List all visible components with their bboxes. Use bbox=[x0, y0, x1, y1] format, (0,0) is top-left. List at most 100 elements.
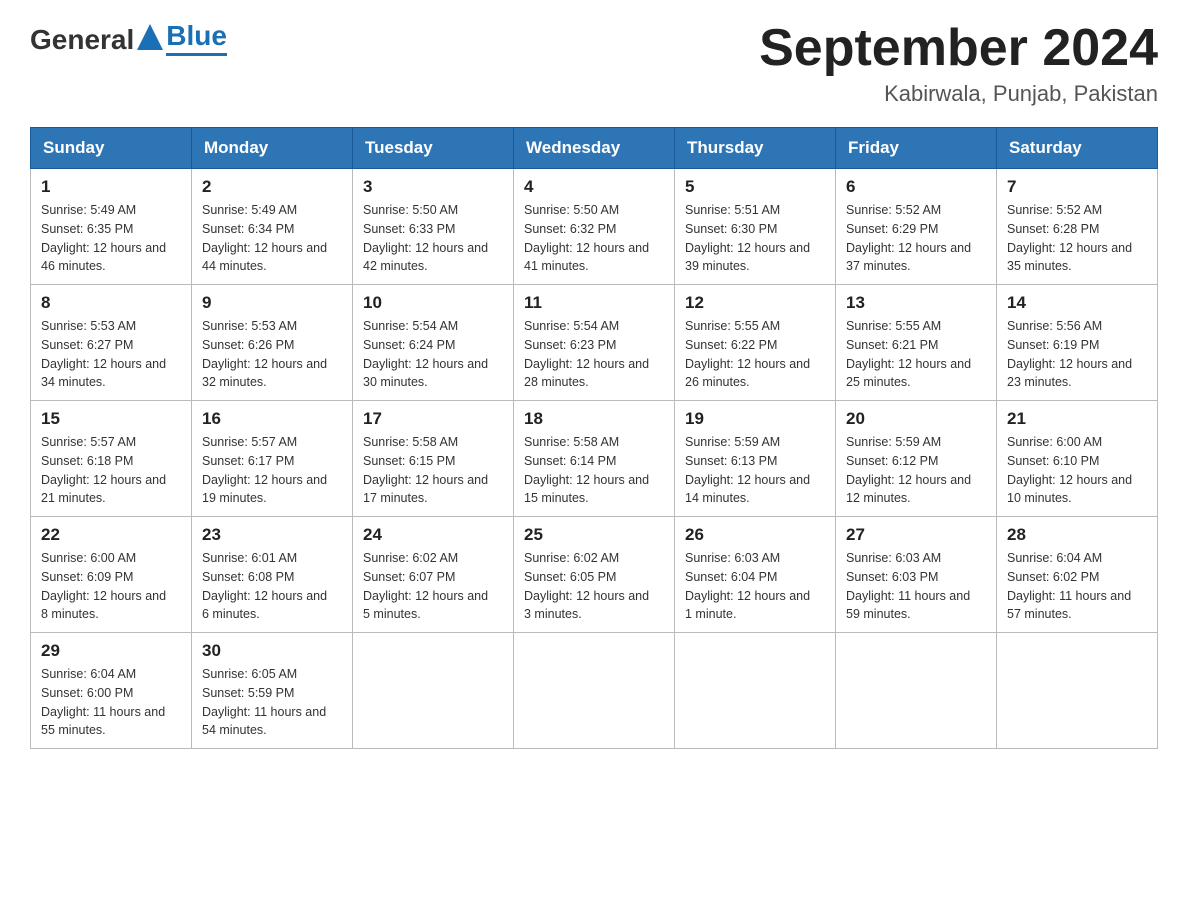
calendar-cell: 21Sunrise: 6:00 AMSunset: 6:10 PMDayligh… bbox=[997, 401, 1158, 517]
page-header: General Blue September 2024 Kabirwala, P… bbox=[30, 20, 1158, 107]
day-info: Sunrise: 6:04 AMSunset: 6:00 PMDaylight:… bbox=[41, 665, 181, 740]
calendar-day-header: Saturday bbox=[997, 128, 1158, 169]
calendar-cell: 6 Sunrise: 5:52 AMSunset: 6:29 PMDaylight… bbox=[836, 169, 997, 285]
day-info: Sunrise: 6:02 AMSunset: 6:05 PMDaylight:… bbox=[524, 549, 664, 624]
calendar-day-header: Tuesday bbox=[353, 128, 514, 169]
calendar-cell bbox=[836, 633, 997, 749]
calendar-cell bbox=[514, 633, 675, 749]
calendar-title: September 2024 bbox=[759, 20, 1158, 77]
calendar-cell: 16 Sunrise: 5:57 AMSunset: 6:17 PMDayligh… bbox=[192, 401, 353, 517]
calendar-cell: 4Sunrise: 5:50 AMSunset: 6:32 PMDaylight… bbox=[514, 169, 675, 285]
day-number: 1 bbox=[41, 177, 181, 197]
day-info: Sunrise: 5:55 AMSunset: 6:21 PMDaylight:… bbox=[846, 317, 986, 392]
calendar-cell: 13Sunrise: 5:55 AMSunset: 6:21 PMDayligh… bbox=[836, 285, 997, 401]
calendar-cell: 30Sunrise: 6:05 AMSunset: 5:59 PMDayligh… bbox=[192, 633, 353, 749]
day-number: 9 bbox=[202, 293, 342, 313]
day-number: 6 bbox=[846, 177, 986, 197]
day-info: Sunrise: 5:57 AMSunset: 6:17 PMDaylight:… bbox=[202, 433, 342, 508]
day-number: 15 bbox=[41, 409, 181, 429]
day-number: 11 bbox=[524, 293, 664, 313]
day-number: 5 bbox=[685, 177, 825, 197]
calendar-cell bbox=[997, 633, 1158, 749]
calendar-cell: 10 Sunrise: 5:54 AMSunset: 6:24 PMDayligh… bbox=[353, 285, 514, 401]
logo-general-text: General bbox=[30, 24, 134, 56]
calendar-cell: 2 Sunrise: 5:49 AMSunset: 6:34 PMDaylight… bbox=[192, 169, 353, 285]
day-info: Sunrise: 5:55 AMSunset: 6:22 PMDaylight:… bbox=[685, 317, 825, 392]
day-info: Sunrise: 5:50 AMSunset: 6:33 PMDaylight:… bbox=[363, 201, 503, 276]
day-info: Sunrise: 5:49 AMSunset: 6:35 PMDaylight:… bbox=[41, 201, 181, 276]
day-number: 17 bbox=[363, 409, 503, 429]
calendar-cell: 3 Sunrise: 5:50 AMSunset: 6:33 PMDaylight… bbox=[353, 169, 514, 285]
day-info: Sunrise: 5:52 AMSunset: 6:28 PMDaylight:… bbox=[1007, 201, 1147, 276]
calendar-cell: 15 Sunrise: 5:57 AMSunset: 6:18 PMDayligh… bbox=[31, 401, 192, 517]
day-number: 29 bbox=[41, 641, 181, 661]
calendar-cell: 11 Sunrise: 5:54 AMSunset: 6:23 PMDayligh… bbox=[514, 285, 675, 401]
day-info: Sunrise: 5:56 AMSunset: 6:19 PMDaylight:… bbox=[1007, 317, 1147, 392]
calendar-week-row: 22Sunrise: 6:00 AMSunset: 6:09 PMDayligh… bbox=[31, 517, 1158, 633]
calendar-cell: 24 Sunrise: 6:02 AMSunset: 6:07 PMDayligh… bbox=[353, 517, 514, 633]
title-section: September 2024 Kabirwala, Punjab, Pakist… bbox=[759, 20, 1158, 107]
calendar-cell bbox=[353, 633, 514, 749]
calendar-cell: 25 Sunrise: 6:02 AMSunset: 6:05 PMDayligh… bbox=[514, 517, 675, 633]
day-number: 18 bbox=[524, 409, 664, 429]
day-info: Sunrise: 6:00 AMSunset: 6:10 PMDaylight:… bbox=[1007, 433, 1147, 508]
day-number: 28 bbox=[1007, 525, 1147, 545]
day-number: 19 bbox=[685, 409, 825, 429]
calendar-cell: 22Sunrise: 6:00 AMSunset: 6:09 PMDayligh… bbox=[31, 517, 192, 633]
day-info: Sunrise: 5:54 AMSunset: 6:23 PMDaylight:… bbox=[524, 317, 664, 392]
calendar-cell: 9 Sunrise: 5:53 AMSunset: 6:26 PMDaylight… bbox=[192, 285, 353, 401]
calendar-header-row: SundayMondayTuesdayWednesdayThursdayFrid… bbox=[31, 128, 1158, 169]
calendar-cell: 28Sunrise: 6:04 AMSunset: 6:02 PMDayligh… bbox=[997, 517, 1158, 633]
day-number: 14 bbox=[1007, 293, 1147, 313]
day-info: Sunrise: 6:01 AMSunset: 6:08 PMDaylight:… bbox=[202, 549, 342, 624]
calendar-week-row: 1 Sunrise: 5:49 AMSunset: 6:35 PMDaylight… bbox=[31, 169, 1158, 285]
day-number: 7 bbox=[1007, 177, 1147, 197]
day-info: Sunrise: 5:58 AMSunset: 6:15 PMDaylight:… bbox=[363, 433, 503, 508]
day-info: Sunrise: 5:51 AMSunset: 6:30 PMDaylight:… bbox=[685, 201, 825, 276]
day-number: 20 bbox=[846, 409, 986, 429]
day-number: 10 bbox=[363, 293, 503, 313]
logo-underline bbox=[166, 53, 227, 56]
day-info: Sunrise: 5:53 AMSunset: 6:26 PMDaylight:… bbox=[202, 317, 342, 392]
calendar-cell: 18 Sunrise: 5:58 AMSunset: 6:14 PMDayligh… bbox=[514, 401, 675, 517]
day-info: Sunrise: 5:52 AMSunset: 6:29 PMDaylight:… bbox=[846, 201, 986, 276]
day-info: Sunrise: 5:59 AMSunset: 6:12 PMDaylight:… bbox=[846, 433, 986, 508]
calendar-cell: 26 Sunrise: 6:03 AMSunset: 6:04 PMDayligh… bbox=[675, 517, 836, 633]
calendar-cell: 8Sunrise: 5:53 AMSunset: 6:27 PMDaylight… bbox=[31, 285, 192, 401]
day-number: 25 bbox=[524, 525, 664, 545]
calendar-cell: 12 Sunrise: 5:55 AMSunset: 6:22 PMDayligh… bbox=[675, 285, 836, 401]
calendar-cell: 23 Sunrise: 6:01 AMSunset: 6:08 PMDayligh… bbox=[192, 517, 353, 633]
day-info: Sunrise: 6:02 AMSunset: 6:07 PMDaylight:… bbox=[363, 549, 503, 624]
calendar-week-row: 29 Sunrise: 6:04 AMSunset: 6:00 PMDayligh… bbox=[31, 633, 1158, 749]
calendar-day-header: Monday bbox=[192, 128, 353, 169]
day-info: Sunrise: 6:03 AMSunset: 6:04 PMDaylight:… bbox=[685, 549, 825, 624]
day-info: Sunrise: 5:58 AMSunset: 6:14 PMDaylight:… bbox=[524, 433, 664, 508]
day-number: 26 bbox=[685, 525, 825, 545]
day-number: 24 bbox=[363, 525, 503, 545]
calendar-day-header: Sunday bbox=[31, 128, 192, 169]
logo-icon bbox=[135, 22, 165, 54]
day-info: Sunrise: 5:57 AMSunset: 6:18 PMDaylight:… bbox=[41, 433, 181, 508]
calendar-cell: 27 Sunrise: 6:03 AMSunset: 6:03 PMDayligh… bbox=[836, 517, 997, 633]
calendar-cell: 20 Sunrise: 5:59 AMSunset: 6:12 PMDayligh… bbox=[836, 401, 997, 517]
logo-blue-text: Blue bbox=[166, 20, 227, 52]
day-number: 3 bbox=[363, 177, 503, 197]
day-info: Sunrise: 5:49 AMSunset: 6:34 PMDaylight:… bbox=[202, 201, 342, 276]
calendar-table: SundayMondayTuesdayWednesdayThursdayFrid… bbox=[30, 127, 1158, 749]
day-number: 23 bbox=[202, 525, 342, 545]
calendar-week-row: 15 Sunrise: 5:57 AMSunset: 6:18 PMDayligh… bbox=[31, 401, 1158, 517]
day-number: 4 bbox=[524, 177, 664, 197]
day-number: 8 bbox=[41, 293, 181, 313]
calendar-cell: 19Sunrise: 5:59 AMSunset: 6:13 PMDayligh… bbox=[675, 401, 836, 517]
calendar-cell: 1 Sunrise: 5:49 AMSunset: 6:35 PMDaylight… bbox=[31, 169, 192, 285]
day-number: 27 bbox=[846, 525, 986, 545]
day-info: Sunrise: 5:54 AMSunset: 6:24 PMDaylight:… bbox=[363, 317, 503, 392]
logo-blue-section: Blue bbox=[166, 20, 227, 56]
calendar-subtitle: Kabirwala, Punjab, Pakistan bbox=[759, 81, 1158, 107]
day-info: Sunrise: 6:00 AMSunset: 6:09 PMDaylight:… bbox=[41, 549, 181, 624]
day-number: 12 bbox=[685, 293, 825, 313]
day-number: 2 bbox=[202, 177, 342, 197]
day-number: 16 bbox=[202, 409, 342, 429]
day-info: Sunrise: 6:03 AMSunset: 6:03 PMDaylight:… bbox=[846, 549, 986, 624]
calendar-cell: 7 Sunrise: 5:52 AMSunset: 6:28 PMDaylight… bbox=[997, 169, 1158, 285]
